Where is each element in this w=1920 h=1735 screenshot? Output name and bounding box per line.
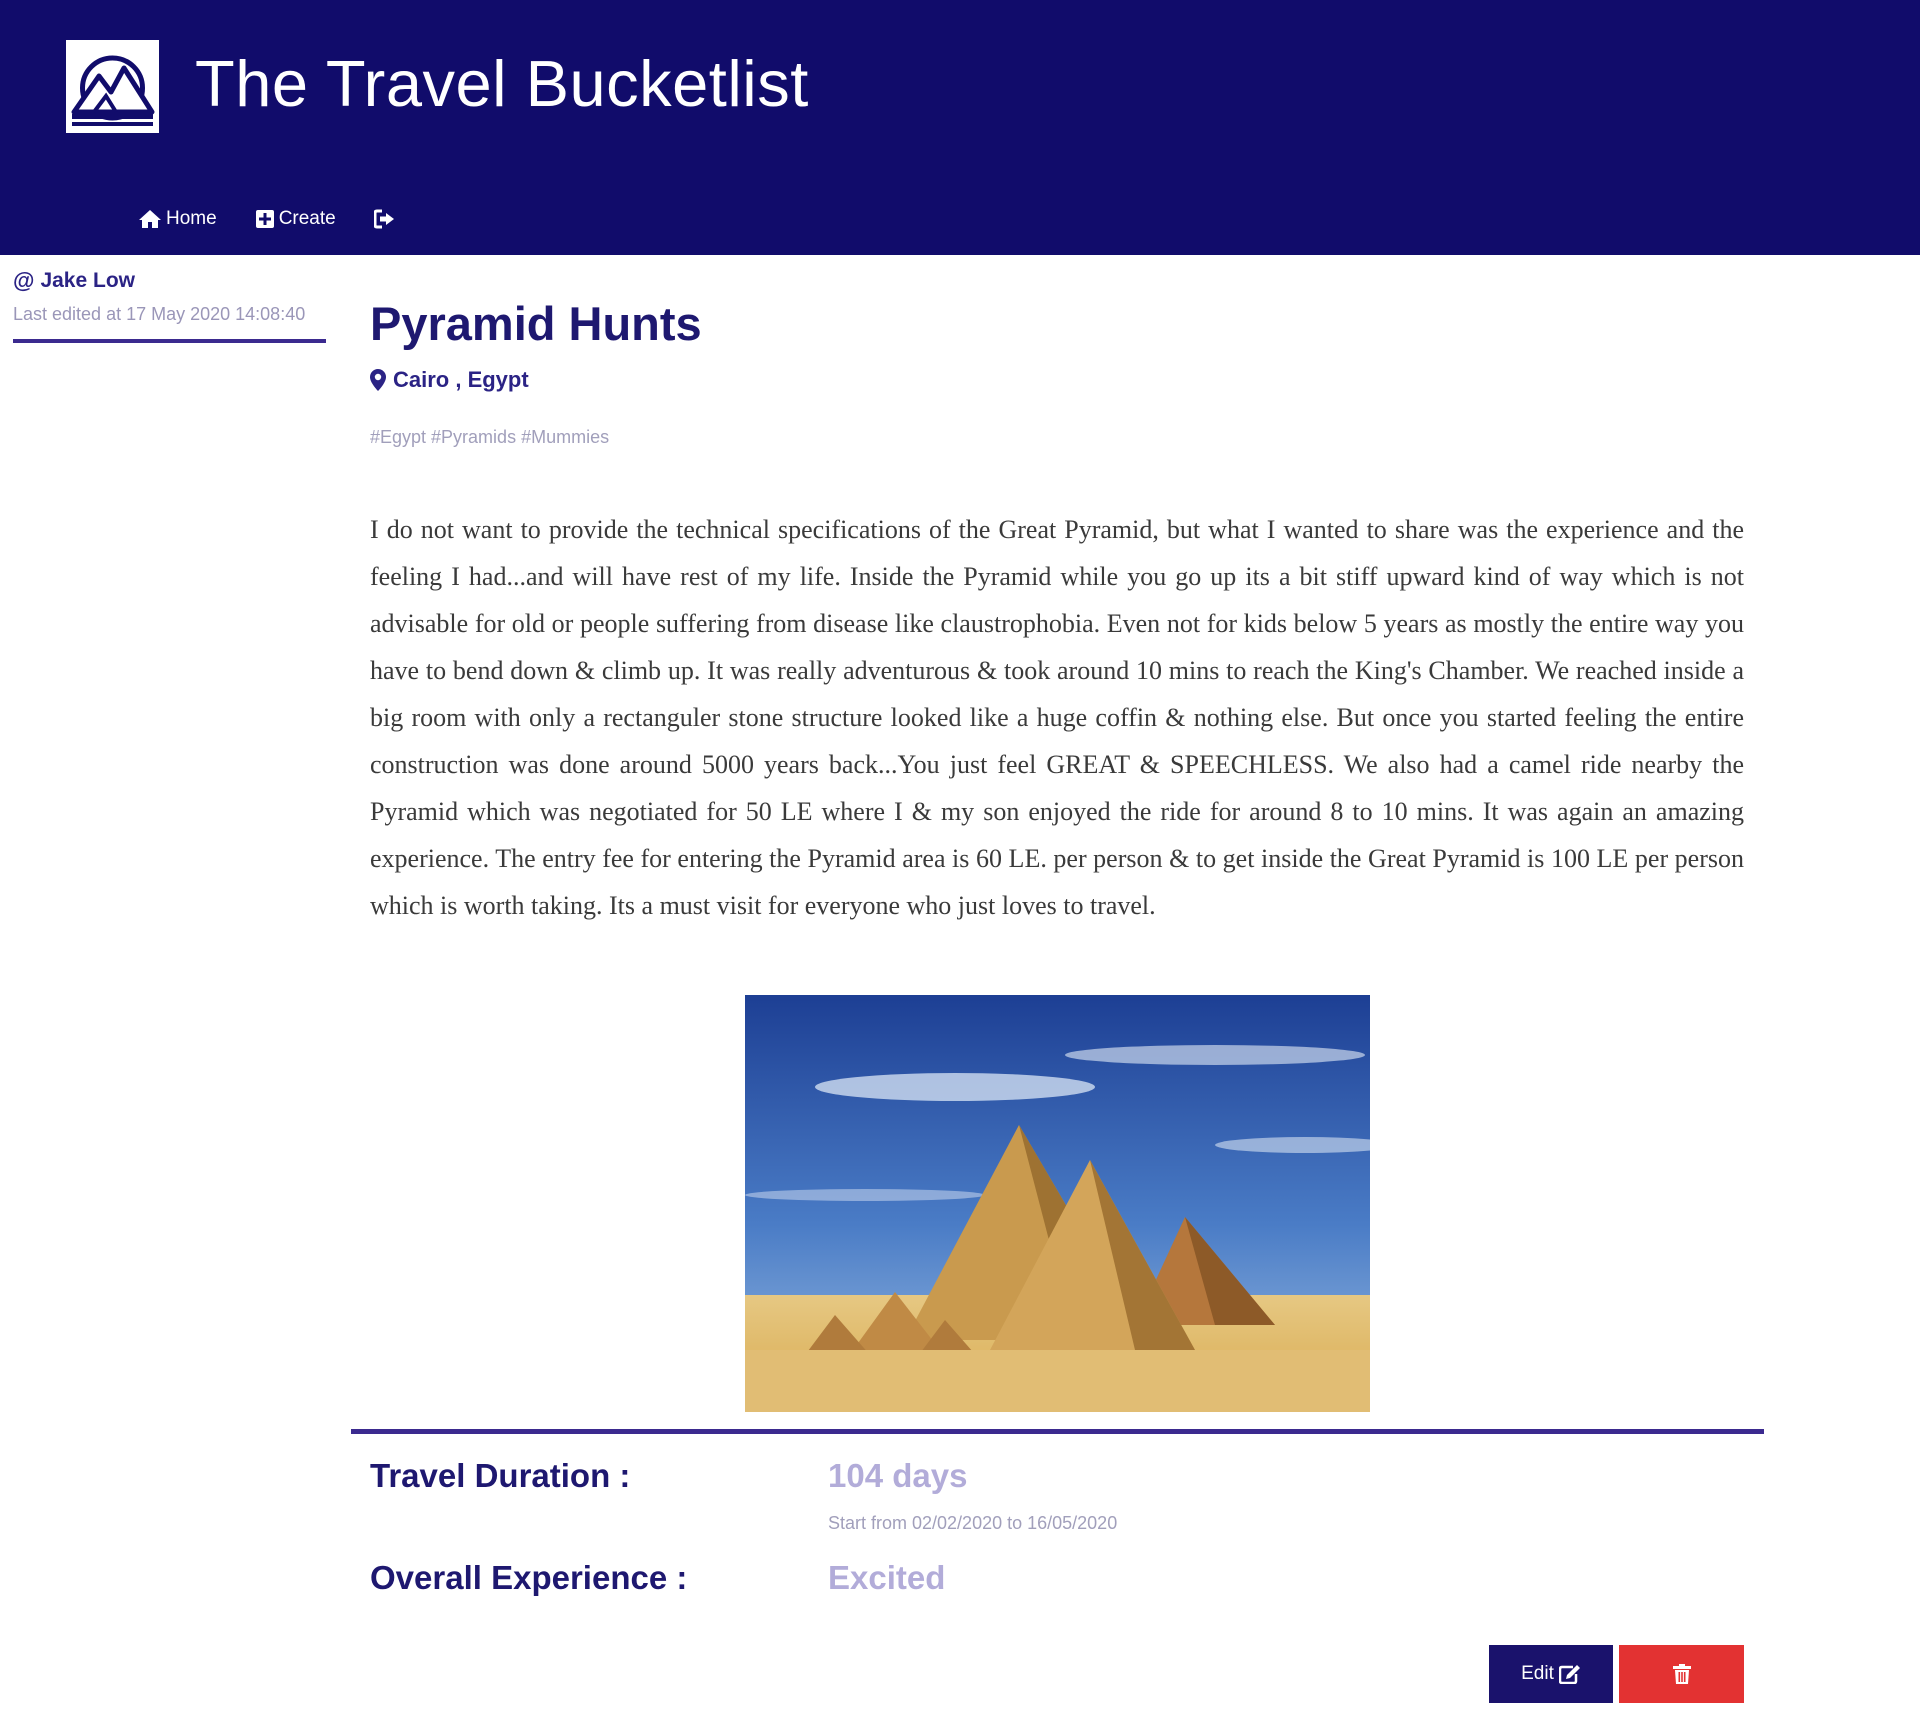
- author-label: Jake Low: [40, 269, 135, 292]
- main-nav: Home Create: [138, 208, 438, 230]
- mountain-sun-logo-icon[interactable]: [66, 40, 159, 133]
- travel-duration-label: Travel Duration :: [370, 1457, 631, 1494]
- overall-experience-value: Excited: [828, 1559, 946, 1596]
- edit-icon: [1558, 1665, 1580, 1684]
- location-label: Cairo , Egypt: [393, 367, 529, 392]
- edit-button-label: Edit: [1521, 1663, 1554, 1684]
- post-location: Cairo , Egypt: [370, 367, 1744, 393]
- nav-create[interactable]: Create: [255, 208, 336, 230]
- post-title: Pyramid Hunts: [370, 297, 702, 350]
- site-title[interactable]: The Travel Bucketlist: [195, 46, 809, 121]
- author-sidebar: @ Jake Low Last edited at 17 May 2020 14…: [13, 268, 326, 343]
- at-icon: @: [13, 268, 35, 293]
- site-header: The Travel Bucketlist Home Create: [0, 0, 1920, 255]
- plus-square-icon: [255, 210, 274, 228]
- last-edited: Last edited at 17 May 2020 14:08:40: [13, 304, 306, 324]
- nav-home-label: Home: [166, 208, 217, 229]
- author-name[interactable]: @ Jake Low: [13, 268, 326, 294]
- pyramids-photo: [745, 995, 1370, 1412]
- home-icon: [139, 210, 161, 228]
- nav-sign-out[interactable]: [373, 209, 400, 229]
- post-tags: #Egypt #Pyramids #Mummies: [370, 427, 610, 447]
- post-body: I do not want to provide the technical s…: [370, 515, 1744, 920]
- post-content: Pyramid Hunts Cairo , Egypt #Egypt #Pyra…: [370, 296, 1744, 929]
- edit-button[interactable]: Edit: [1489, 1645, 1613, 1703]
- travel-duration-value: 104 days: [828, 1457, 968, 1494]
- overall-experience-label: Overall Experience :: [370, 1559, 688, 1596]
- nav-home[interactable]: Home: [138, 208, 217, 230]
- sidebar-divider: [13, 339, 326, 343]
- delete-button[interactable]: [1619, 1645, 1744, 1703]
- map-marker-icon: [370, 369, 386, 391]
- trash-icon: [1672, 1663, 1691, 1684]
- sign-out-icon: [373, 209, 394, 229]
- nav-create-label: Create: [278, 208, 336, 229]
- travel-date-range: Start from 02/02/2020 to 16/05/2020: [828, 1513, 1118, 1533]
- details-divider: [351, 1429, 1764, 1434]
